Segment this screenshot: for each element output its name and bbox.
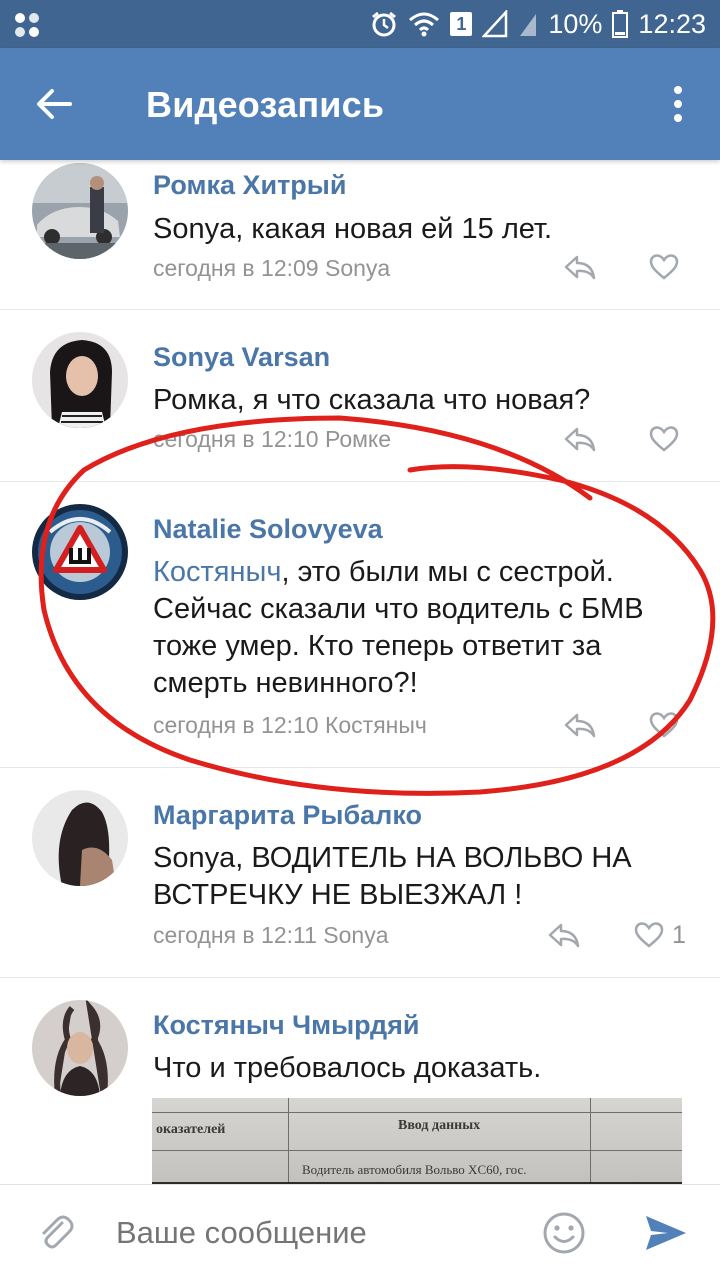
- comment-meta: сегодня в 12:11 Sonya: [153, 922, 389, 948]
- signal-icon-2: [520, 14, 537, 36]
- wifi-icon: [409, 12, 440, 37]
- back-arrow-icon[interactable]: [34, 84, 74, 124]
- battery-percent: 10%: [548, 8, 603, 39]
- avatar[interactable]: [32, 790, 128, 886]
- comment-author[interactable]: Sonya Varsan: [153, 342, 330, 373]
- paperclip-icon[interactable]: [36, 1213, 76, 1253]
- comment-meta: сегодня в 12:10 Костяныч: [153, 712, 427, 738]
- like-count: 1: [672, 921, 686, 949]
- comment-item: Костяныч Чмырдяй Что и требовалось доказ…: [0, 978, 720, 1184]
- clock: 12:23: [638, 8, 706, 39]
- heart-icon[interactable]: [649, 425, 679, 453]
- comment-meta: сегодня в 12:10 Ромке: [153, 426, 392, 452]
- reply-icon[interactable]: [547, 921, 581, 949]
- page-title: Видеозапись: [146, 84, 385, 125]
- comment-mention[interactable]: Костяныч: [153, 556, 281, 588]
- sim-badge: 1: [450, 12, 473, 36]
- avatar[interactable]: [32, 504, 128, 600]
- comment-author[interactable]: Natalie Solovyeva: [153, 514, 383, 545]
- alarm-icon: [372, 11, 397, 37]
- comment-item: Natalie Solovyeva Костяныч, это были мы …: [0, 482, 720, 768]
- reply-icon[interactable]: [563, 425, 597, 453]
- comment-text: Sonya, какая новая ей 15 лет.: [153, 213, 553, 245]
- heart-icon[interactable]: [649, 253, 679, 281]
- more-vertical-icon[interactable]: [668, 84, 688, 124]
- battery-icon: [612, 10, 629, 38]
- send-icon[interactable]: [644, 1213, 688, 1253]
- message-input[interactable]: [116, 1215, 516, 1251]
- app-grid-icon: [15, 13, 39, 37]
- comment-text: Костяныч, это были мы с сестрой. Сейчас …: [153, 556, 644, 699]
- comment-author[interactable]: Ромка Хитрый: [153, 170, 346, 201]
- reply-icon[interactable]: [563, 711, 597, 739]
- emoji-icon[interactable]: [542, 1211, 586, 1255]
- message-composer: [0, 1184, 720, 1280]
- comment-author[interactable]: Костяныч Чмырдяй: [153, 1010, 419, 1041]
- attachment-header-right: Ввод данных: [398, 1118, 481, 1133]
- comment-item: Ромка Хитрый Sonya, какая новая ей 15 ле…: [0, 160, 720, 310]
- comment-list: Ромка Хитрый Sonya, какая новая ей 15 ле…: [0, 160, 720, 1184]
- attachment-row-text: Водитель автомобиля Вольво XC60, гос.: [302, 1162, 527, 1177]
- comment-text: Ромка, я что сказала что новая?: [153, 384, 591, 416]
- status-bar: 1 10% 12:23: [0, 0, 720, 48]
- avatar[interactable]: [32, 1000, 128, 1096]
- photo-attachment[interactable]: оказателей Ввод данных Водитель автомоби…: [152, 1098, 682, 1184]
- attachment-header-left: оказателей: [156, 1122, 226, 1137]
- heart-icon[interactable]: [634, 921, 664, 949]
- comment-text: Sonya, ВОДИТЕЛЬ НА ВОЛЬВО НА ВСТРЕЧКУ НЕ…: [153, 842, 632, 911]
- avatar[interactable]: [32, 332, 128, 428]
- comment-meta: сегодня в 12:09 Sonya: [153, 255, 391, 281]
- signal-icon: [482, 10, 508, 38]
- comment-text: Что и требовалось доказать.: [153, 1052, 542, 1084]
- avatar[interactable]: [32, 163, 128, 259]
- comment-item: Sonya Varsan Ромка, я что сказала что но…: [0, 310, 720, 482]
- heart-icon[interactable]: [649, 711, 679, 739]
- comment-author[interactable]: Маргарита Рыбалко: [153, 800, 422, 831]
- comment-item: Маргарита Рыбалко Sonya, ВОДИТЕЛЬ НА ВОЛ…: [0, 768, 720, 978]
- app-bar: Видеозапись: [0, 48, 720, 160]
- reply-icon[interactable]: [563, 253, 597, 281]
